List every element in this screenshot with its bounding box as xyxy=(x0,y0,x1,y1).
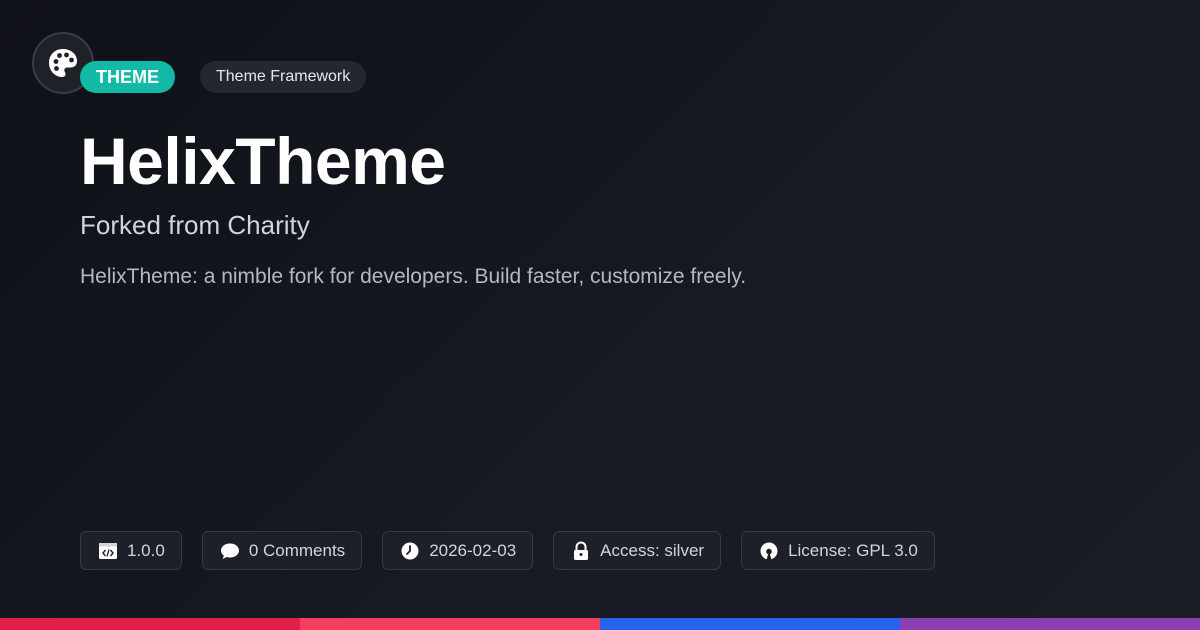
palette-icon xyxy=(46,46,80,80)
meta-row: 1.0.0 0 Comments 2026-02-03 Access: silv… xyxy=(80,531,935,570)
color-bar-segment xyxy=(900,618,1200,630)
comments-chip: 0 Comments xyxy=(201,531,363,570)
access-label: Access: silver xyxy=(600,540,705,560)
accent-color-bar xyxy=(0,618,1200,630)
license-label: License: GPL 3.0 xyxy=(788,540,918,560)
date-chip: 2026-02-03 xyxy=(382,531,534,570)
color-bar-segment xyxy=(0,618,300,630)
comments-label: 0 Comments xyxy=(248,540,346,560)
open-source-icon xyxy=(758,540,780,562)
date-label: 2026-02-03 xyxy=(429,540,517,560)
lock-icon xyxy=(570,540,592,562)
access-chip: Access: silver xyxy=(553,531,722,570)
code-icon xyxy=(97,540,119,562)
version-chip: 1.0.0 xyxy=(80,531,182,570)
clock-icon xyxy=(399,540,421,562)
description: HelixTheme: a nimble fork for developers… xyxy=(80,265,747,288)
subtitle: Forked from Charity xyxy=(80,210,310,240)
license-chip: License: GPL 3.0 xyxy=(741,531,935,570)
color-bar-segment xyxy=(300,618,600,630)
type-badge: THEME xyxy=(80,61,175,93)
comment-icon xyxy=(219,540,241,562)
category-badge: Theme Framework xyxy=(200,61,367,93)
color-bar-segment xyxy=(600,618,900,630)
version-label: 1.0.0 xyxy=(127,540,165,560)
page-title: HelixTheme xyxy=(80,124,446,198)
